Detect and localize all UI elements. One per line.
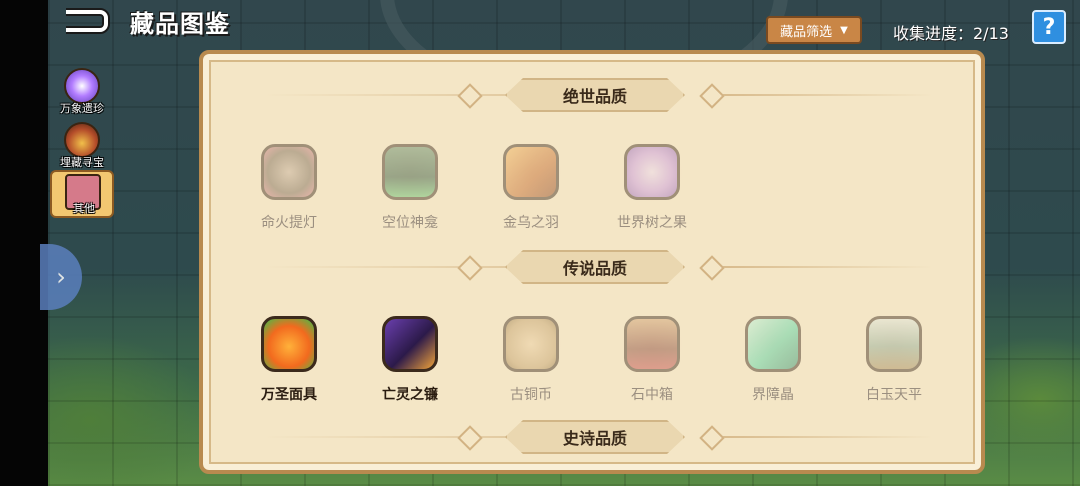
- diamond-ornament-icon: [699, 83, 725, 109]
- shrine-icon: [382, 144, 438, 200]
- item-name: 界障晶: [752, 387, 794, 403]
- item-name: 古铜币: [510, 387, 552, 403]
- section-title: 史诗品质: [505, 420, 685, 454]
- item-name: 世界树之果: [617, 215, 687, 231]
- page-title: 藏品图鉴: [130, 10, 230, 38]
- section-header-legendary: 传说品质: [203, 250, 981, 284]
- feather-icon: [503, 144, 559, 200]
- diamond-ornament-icon: [457, 255, 483, 281]
- collection-panel: 绝世品质 命火提灯 空位神龛 金乌之羽 世界树之果 传说品质 万圣面具 亡灵之镰: [199, 50, 985, 474]
- sidebar-tab-wanxiang[interactable]: 万象遗珍: [50, 68, 114, 116]
- collection-item[interactable]: 命火提灯: [239, 140, 339, 250]
- sidebar-tab-label: 其他: [73, 202, 95, 215]
- collection-item[interactable]: 金乌之羽: [481, 140, 581, 250]
- fruit-icon: [624, 144, 680, 200]
- section-title: 绝世品质: [505, 78, 685, 112]
- back-arrow-icon: [66, 8, 110, 34]
- lantern-icon: [261, 144, 317, 200]
- item-name: 石中箱: [631, 387, 673, 403]
- star-gem-icon: [64, 68, 100, 104]
- diamond-ornament-icon: [699, 255, 725, 281]
- scale-icon: [866, 316, 922, 372]
- item-name: 命火提灯: [261, 215, 317, 231]
- chest-icon: [624, 316, 680, 372]
- collection-item[interactable]: 空位神龛: [360, 140, 460, 250]
- screen-edge: [0, 0, 48, 486]
- treasure-pot-icon: [64, 122, 100, 158]
- diamond-ornament-icon: [457, 425, 483, 451]
- collection-item[interactable]: 万圣面具: [239, 312, 339, 422]
- coin-icon: [503, 316, 559, 372]
- diamond-ornament-icon: [457, 83, 483, 109]
- help-button[interactable]: ?: [1032, 10, 1066, 44]
- section-header-peerless: 绝世品质: [203, 78, 981, 112]
- diamond-ornament-icon: [699, 425, 725, 451]
- filter-label: 藏品筛选: [780, 24, 833, 40]
- item-name: 白玉天平: [866, 387, 922, 403]
- back-button[interactable]: [58, 6, 110, 36]
- sidebar-tab-label: 万象遗珍: [60, 102, 104, 115]
- sidebar-tab-label: 埋藏寻宝: [60, 156, 104, 169]
- item-name: 万圣面具: [261, 387, 317, 403]
- crystal-icon: [745, 316, 801, 372]
- collection-item[interactable]: 亡灵之镰: [360, 312, 460, 422]
- item-name: 亡灵之镰: [382, 387, 438, 403]
- collection-item[interactable]: 石中箱: [602, 312, 702, 422]
- section-header-epic: 史诗品质: [203, 420, 981, 454]
- collection-item[interactable]: 古铜币: [481, 312, 581, 422]
- chevron-right-icon: ›: [56, 263, 66, 291]
- filter-dropdown-button[interactable]: 藏品筛选 ▼: [766, 16, 862, 44]
- pumpkin-mask-icon: [261, 316, 317, 372]
- collection-item[interactable]: 世界树之果: [602, 140, 702, 250]
- sidebar-tab-other[interactable]: 其他: [50, 170, 114, 218]
- scythe-icon: [382, 316, 438, 372]
- collection-item[interactable]: 界障晶: [723, 312, 823, 422]
- item-name: 金乌之羽: [503, 215, 559, 231]
- sidebar-tab-treasure-hunt[interactable]: 埋藏寻宝: [50, 122, 114, 170]
- caret-down-icon: ▼: [840, 24, 848, 36]
- section-title: 传说品质: [505, 250, 685, 284]
- collection-progress: 收集进度：2/13: [893, 24, 1009, 43]
- collection-item[interactable]: 白玉天平: [844, 312, 944, 422]
- item-name: 空位神龛: [382, 215, 438, 231]
